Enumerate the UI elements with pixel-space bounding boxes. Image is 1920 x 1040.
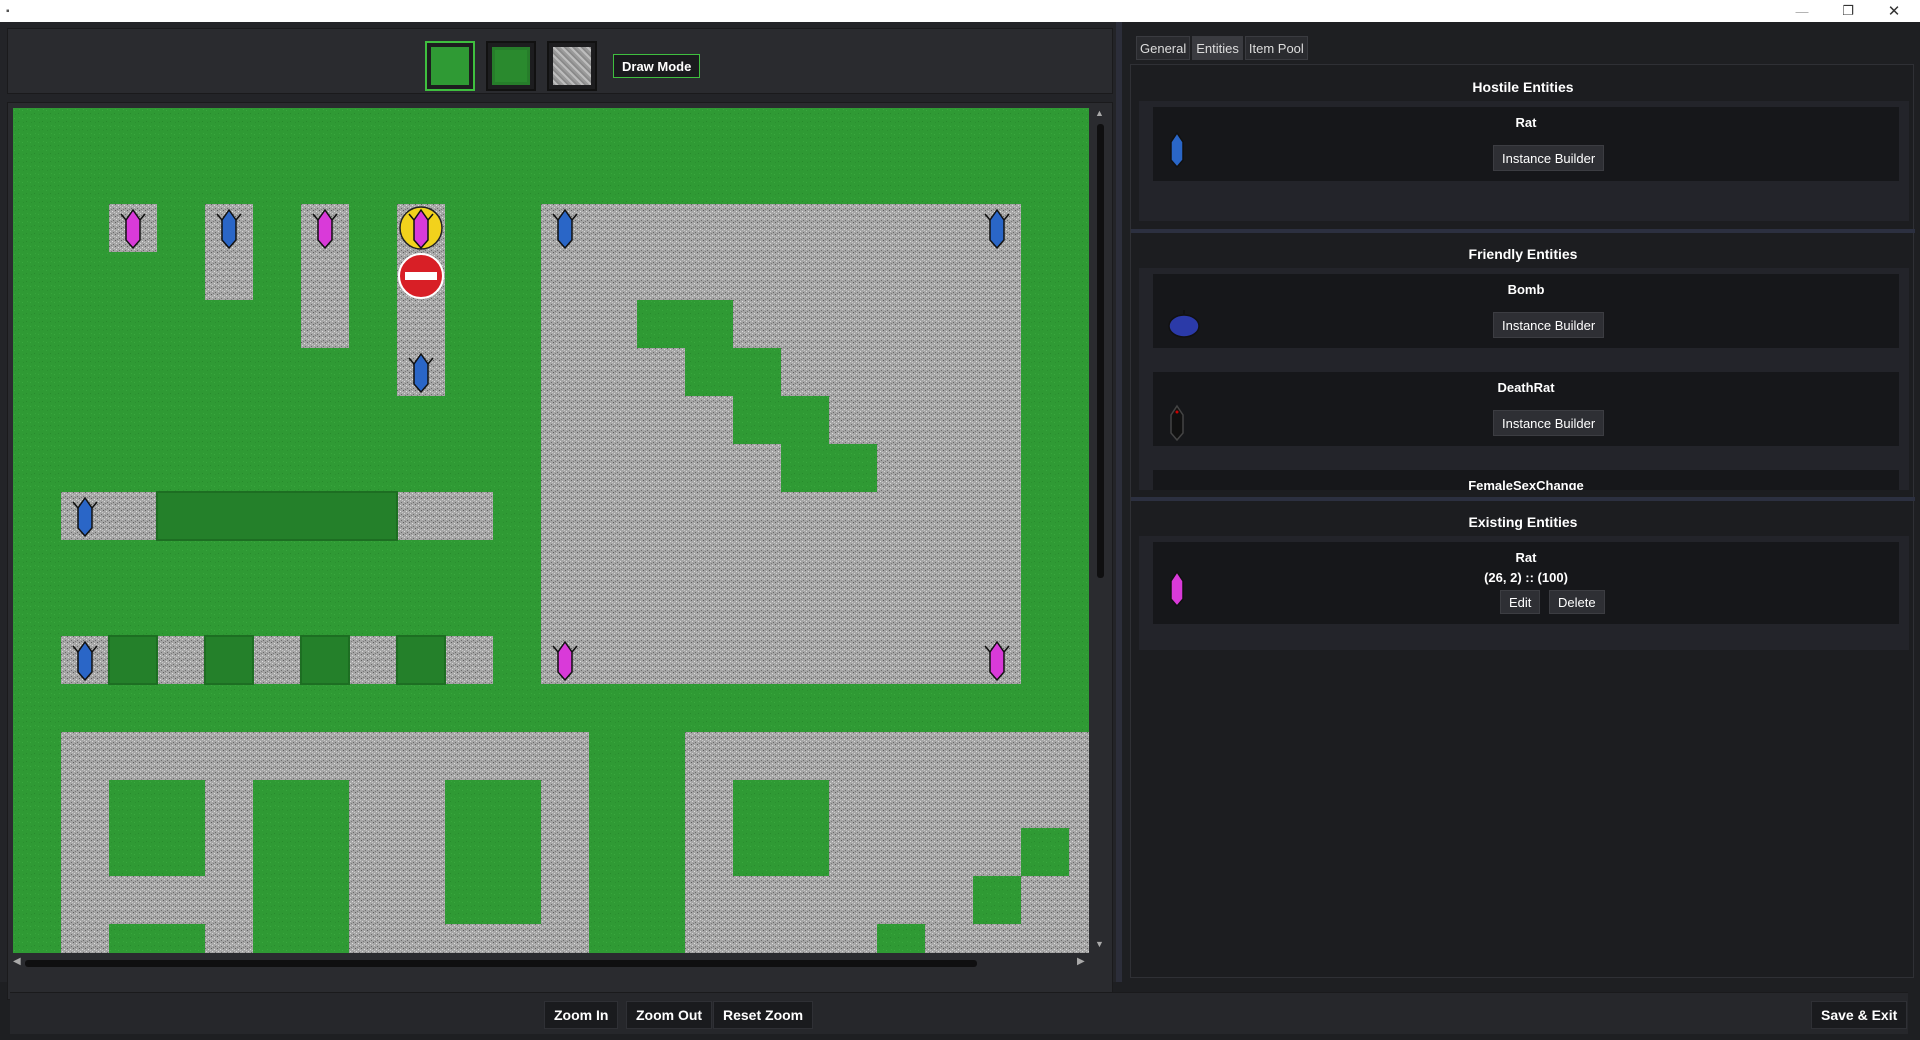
entities-panel: Hostile Entities Rat Instance Builder Fr… [1130, 64, 1915, 978]
tile-map[interactable] [13, 108, 1089, 953]
rat-blue-icon [1170, 131, 1184, 169]
entity-name: DeathRat [1497, 380, 1555, 395]
scroll-up-icon[interactable]: ▲ [1095, 108, 1104, 118]
zoom-in-button[interactable]: Zoom In [544, 1001, 619, 1029]
tile-toolbar: Draw Mode [7, 28, 1113, 94]
entity-name: FemaleSexChange [1468, 478, 1584, 490]
pane-splitter[interactable] [1116, 22, 1122, 982]
window-titlebar: ▪ — ❐ ✕ [0, 0, 1920, 22]
hedge-tile-button[interactable] [486, 41, 536, 91]
stone-tile-button[interactable] [547, 41, 597, 91]
vertical-scroll-thumb[interactable] [1097, 124, 1104, 578]
draw-mode-button[interactable]: Draw Mode [613, 54, 701, 78]
friendly-entities-list[interactable]: Bomb Instance Builder DeathRat Instance … [1139, 268, 1909, 490]
hostile-entities-title: Hostile Entities [1472, 79, 1574, 95]
hostile-entity-card: Rat Instance Builder [1153, 107, 1899, 181]
entity-name: Rat [1515, 550, 1537, 565]
horizontal-scroll-thumb[interactable] [25, 960, 977, 967]
tab-general[interactable]: General [1136, 36, 1191, 60]
zoom-out-button[interactable]: Zoom Out [626, 1001, 713, 1029]
bomb-icon [1168, 310, 1200, 338]
instance-builder-button[interactable]: Instance Builder [1493, 145, 1605, 171]
properties-tabs: General Entities Item Pool [1136, 36, 1308, 60]
scroll-down-icon[interactable]: ▼ [1095, 939, 1104, 949]
instance-builder-button[interactable]: Instance Builder [1493, 410, 1605, 436]
hedge-tile-swatch [492, 47, 530, 85]
tab-entities[interactable]: Entities [1192, 36, 1243, 60]
deathrat-icon [1170, 404, 1184, 442]
friendly-entity-card: Bomb Instance Builder [1153, 274, 1899, 348]
existing-entity-card: Rat (26, 2) :: (100) Edit Delete [1153, 542, 1899, 624]
section-separator [1131, 229, 1915, 233]
properties-pane: General Entities Item Pool Hostile Entit… [1124, 22, 1920, 982]
edit-entity-button[interactable]: Edit [1500, 590, 1541, 614]
maximize-button[interactable]: ❐ [1826, 0, 1870, 22]
tab-item-pool[interactable]: Item Pool [1244, 36, 1308, 60]
minimize-button[interactable]: — [1780, 0, 1824, 22]
friendly-entity-card: DeathRat Instance Builder [1153, 372, 1899, 446]
grass-tile-button[interactable] [425, 41, 475, 91]
app-icon: ▪ [6, 6, 10, 17]
reset-zoom-button[interactable]: Reset Zoom [713, 1001, 814, 1029]
map-canvas[interactable] [13, 108, 1089, 953]
map-horizontal-scrollbar[interactable]: ◀ ▶ [13, 956, 1089, 970]
grass-tile-swatch [431, 47, 469, 85]
close-button[interactable]: ✕ [1872, 0, 1916, 22]
hostile-entities-list[interactable]: Rat Instance Builder [1139, 101, 1909, 221]
rat-magenta-icon [1170, 570, 1184, 608]
section-separator [1131, 497, 1915, 501]
existing-entities-title: Existing Entities [1468, 514, 1578, 530]
entity-coordinates: (26, 2) :: (100) [1484, 570, 1568, 585]
instance-builder-button[interactable]: Instance Builder [1493, 312, 1605, 338]
map-vertical-scrollbar[interactable]: ▲ ▼ [1093, 108, 1107, 953]
entity-name: Bomb [1507, 282, 1545, 297]
delete-entity-button[interactable]: Delete [1549, 590, 1605, 614]
save-exit-button[interactable]: Save & Exit [1811, 1001, 1908, 1029]
scroll-left-icon[interactable]: ◀ [13, 956, 21, 967]
map-frame: ▲ ▼ ◀ ▶ [7, 102, 1113, 1000]
scroll-right-icon[interactable]: ▶ [1077, 956, 1085, 967]
stone-tile-swatch [553, 47, 591, 85]
existing-entities-list[interactable]: Rat (26, 2) :: (100) Edit Delete [1139, 536, 1909, 650]
friendly-entity-card: FemaleSexChange [1153, 470, 1899, 490]
friendly-entities-title: Friendly Entities [1468, 246, 1578, 262]
entity-name: Rat [1515, 115, 1537, 130]
editor-pane: Draw Mode ▲ ▼ ◀ ▶ [0, 22, 1120, 1000]
bottom-toolbar: Zoom In Zoom Out Reset Zoom Save & Exit [10, 992, 1908, 1034]
